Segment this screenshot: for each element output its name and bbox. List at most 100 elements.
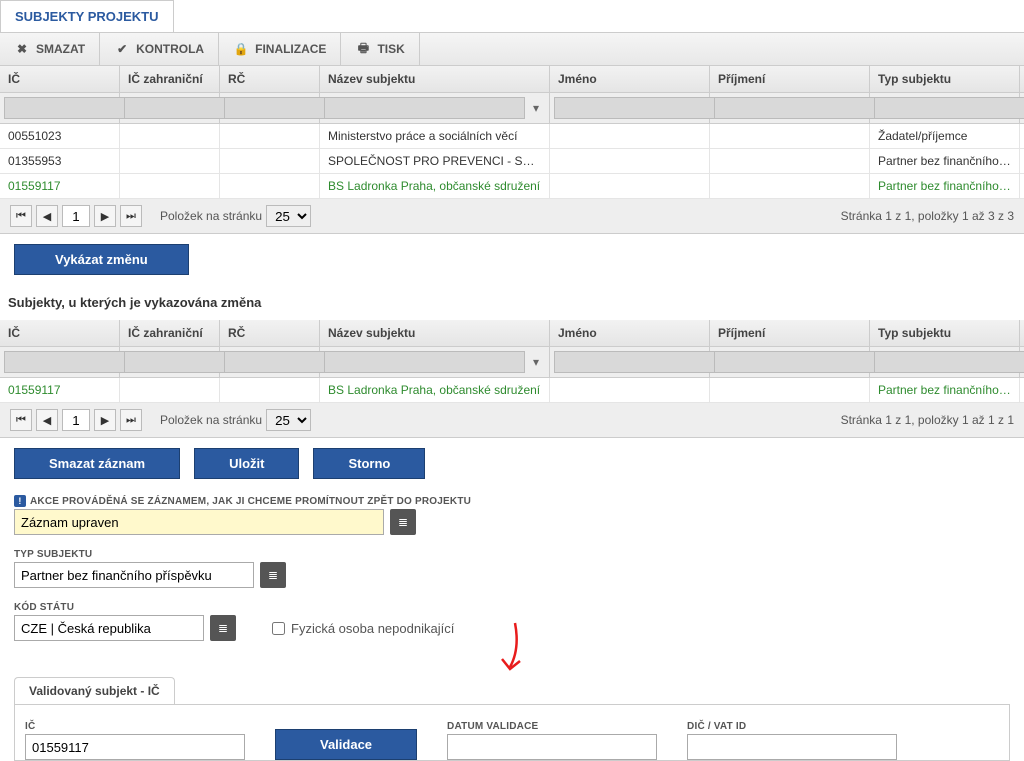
akce-label: ! AKCE PROVÁDĚNÁ SE ZÁZNAMEM, JAK JI CHC… — [14, 495, 1010, 507]
toolbar-delete[interactable]: ✖ SMAZAT — [0, 33, 100, 65]
filter-typ[interactable] — [874, 97, 1024, 119]
validace-button[interactable]: Validace — [275, 729, 417, 760]
table1-filter-row: ▾ ▾ ▾ ▾ ▾ ▾ ▾ — [0, 93, 1024, 124]
col-jmeno[interactable]: Jméno — [550, 66, 710, 92]
col-jmeno[interactable]: Jméno — [550, 320, 710, 346]
filter-typ[interactable] — [874, 351, 1024, 373]
required-icon: ! — [14, 495, 26, 507]
filter-prijmeni[interactable] — [714, 351, 893, 373]
filter-nazev[interactable] — [324, 351, 525, 373]
fyzicka-osoba-checkbox[interactable] — [272, 622, 285, 635]
check-icon: ✔ — [114, 41, 130, 57]
cell-rc — [220, 124, 320, 148]
toolbar-finalize-label: FINALIZACE — [255, 42, 326, 56]
cell-typ: Žadatel/příjemce — [870, 124, 1020, 148]
pager-first[interactable]: ⏮ — [10, 409, 32, 431]
pager-page-input[interactable] — [62, 409, 90, 431]
cell-jmeno — [550, 124, 710, 148]
pager-first[interactable]: ⏮ — [10, 205, 32, 227]
ic-label: IČ — [25, 721, 245, 732]
col-ic-zahr[interactable]: IČ zahraniční — [120, 320, 220, 346]
datum-validace-input[interactable] — [447, 734, 657, 760]
typ-subjektu-label: TYP SUBJEKTU — [14, 549, 1010, 560]
col-typ[interactable]: Typ subjektu — [870, 320, 1020, 346]
table2-header: IČ IČ zahraniční RČ Název subjektu Jméno… — [0, 320, 1024, 347]
pager-prev[interactable]: ◀ — [36, 205, 58, 227]
pager-summary: Stránka 1 z 1, položky 1 až 3 z 3 — [841, 209, 1014, 223]
filter-jmeno[interactable] — [554, 351, 733, 373]
cell-ic-zahr — [120, 124, 220, 148]
per-page-select[interactable]: 25 — [266, 205, 311, 227]
table-row[interactable]: 00551023 Ministerstvo práce a sociálních… — [0, 124, 1024, 149]
cell-typ: Partner bez finančního p... — [870, 174, 1020, 198]
save-button[interactable]: Uložit — [194, 448, 299, 479]
col-rc[interactable]: RČ — [220, 320, 320, 346]
cell-typ: Partner bez finančního p... — [870, 378, 1020, 402]
pager-next[interactable]: ▶ — [94, 409, 116, 431]
x-icon: ✖ — [14, 41, 30, 57]
toolbar-delete-label: SMAZAT — [36, 42, 85, 56]
col-ic[interactable]: IČ — [0, 66, 120, 92]
toolbar-check-label: KONTROLA — [136, 42, 204, 56]
filter-nazev[interactable] — [324, 97, 525, 119]
funnel-icon[interactable]: ▾ — [527, 351, 545, 373]
col-prijmeni[interactable]: Příjmení — [710, 66, 870, 92]
page-tab-subjekty[interactable]: SUBJEKTY PROJEKTU — [0, 0, 174, 32]
table-row[interactable]: 01355953 SPOLEČNOST PRO PREVENCI - SOCIE… — [0, 149, 1024, 174]
dic-label: DIČ / VAT ID — [687, 721, 897, 732]
vykazat-zmenu-button[interactable]: Vykázat změnu — [14, 244, 189, 275]
table-row-selected[interactable]: 01559117 BS Ladronka Praha, občanské sdr… — [0, 378, 1024, 403]
ic-input[interactable] — [25, 734, 245, 760]
table-row-selected[interactable]: 01559117 BS Ladronka Praha, občanské sdr… — [0, 174, 1024, 199]
lock-icon: 🔒 — [233, 41, 249, 57]
col-ic[interactable]: IČ — [0, 320, 120, 346]
cell-nazev: SPOLEČNOST PRO PREVENCI - SOCIETY... — [320, 149, 550, 173]
pager-last[interactable]: ⏭ — [120, 205, 142, 227]
col-nazev[interactable]: Název subjektu — [320, 66, 550, 92]
cell-nazev: BS Ladronka Praha, občanské sdružení — [320, 174, 550, 198]
pager-summary: Stránka 1 z 1, položky 1 až 1 z 1 — [841, 413, 1014, 427]
pager-prev[interactable]: ◀ — [36, 409, 58, 431]
cell-ic: 01559117 — [0, 378, 120, 402]
cell-nazev: Ministerstvo práce a sociálních věcí — [320, 124, 550, 148]
filter-jmeno[interactable] — [554, 97, 733, 119]
pager-page-input[interactable] — [62, 205, 90, 227]
cell-ic: 01559117 — [0, 174, 120, 198]
col-nazev[interactable]: Název subjektu — [320, 320, 550, 346]
cell-ic: 01355953 — [0, 149, 120, 173]
cancel-button[interactable]: Storno — [313, 448, 425, 479]
print-icon: 🖶 — [355, 41, 371, 57]
table1-header: IČ IČ zahraniční RČ Název subjektu Jméno… — [0, 66, 1024, 93]
col-rc[interactable]: RČ — [220, 66, 320, 92]
delete-record-button[interactable]: Smazat záznam — [14, 448, 180, 479]
col-prijmeni[interactable]: Příjmení — [710, 320, 870, 346]
per-page-select[interactable]: 25 — [266, 409, 311, 431]
per-page-label: Položek na stránku — [160, 209, 262, 223]
toolbar-check[interactable]: ✔ KONTROLA — [100, 33, 219, 65]
kod-statu-input[interactable] — [14, 615, 204, 641]
cell-prijmeni — [710, 124, 870, 148]
lookup-button[interactable]: ≣ — [390, 509, 416, 535]
cell-nazev: BS Ladronka Praha, občanské sdružení — [320, 378, 550, 402]
lookup-button[interactable]: ≣ — [210, 615, 236, 641]
pager-last[interactable]: ⏭ — [120, 409, 142, 431]
funnel-icon[interactable]: ▾ — [527, 97, 545, 119]
fyzicka-osoba-label: Fyzická osoba nepodnikající — [291, 621, 454, 636]
col-typ[interactable]: Typ subjektu — [870, 66, 1020, 92]
col-ic-zahr[interactable]: IČ zahraniční — [120, 66, 220, 92]
dic-input[interactable] — [687, 734, 897, 760]
filter-prijmeni[interactable] — [714, 97, 893, 119]
pager-next[interactable]: ▶ — [94, 205, 116, 227]
toolbar-print[interactable]: 🖶 TISK — [341, 33, 419, 65]
kod-statu-label: KÓD STÁTU — [14, 602, 1010, 613]
cell-typ: Partner bez finančního p... — [870, 149, 1020, 173]
lookup-button[interactable]: ≣ — [260, 562, 286, 588]
toolbar-finalize[interactable]: 🔒 FINALIZACE — [219, 33, 341, 65]
akce-input[interactable] — [14, 509, 384, 535]
cell-ic: 00551023 — [0, 124, 120, 148]
typ-subjektu-input[interactable] — [14, 562, 254, 588]
toolbar-print-label: TISK — [377, 42, 404, 56]
tab-validovany-subjekt[interactable]: Validovaný subjekt - IČ — [14, 677, 175, 704]
section-subjekty-zmena: Subjekty, u kterých je vykazována změna — [0, 285, 1024, 320]
per-page-label: Položek na stránku — [160, 413, 262, 427]
